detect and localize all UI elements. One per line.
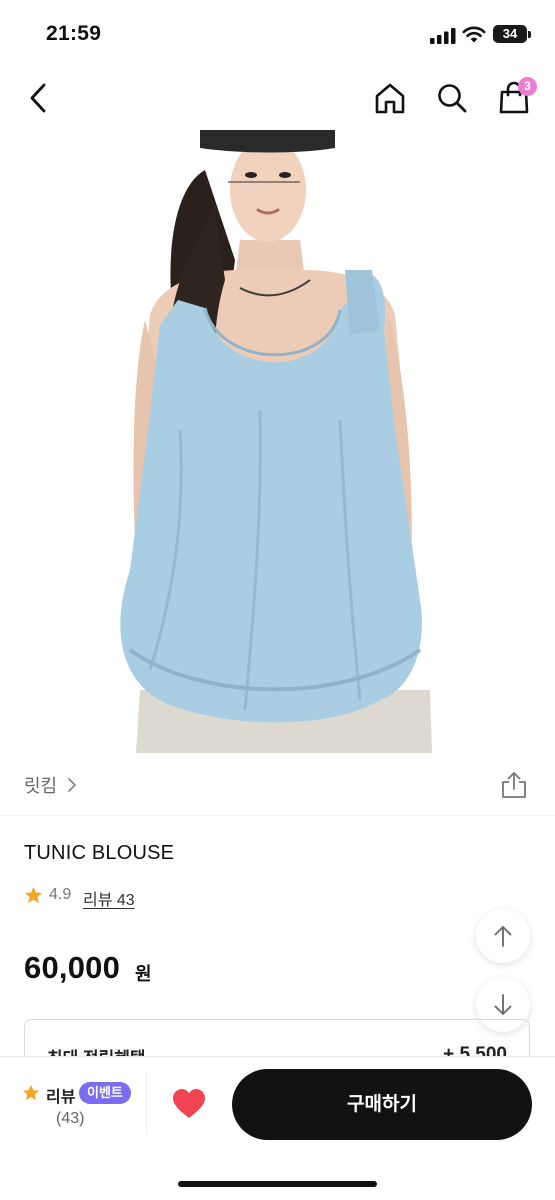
status-time: 21:59 [46,22,102,45]
heart-icon[interactable] [172,1088,206,1120]
event-badge: 이벤트 [79,1082,131,1104]
chevron-right-icon[interactable] [66,776,78,794]
back-arrow-icon[interactable] [22,81,56,115]
product-image[interactable] [0,130,555,753]
brand-link[interactable]: 릿킴 [24,772,57,798]
arrow-up-icon [494,926,512,947]
cart-count-badge: 3 [518,77,537,96]
wifi-icon [462,26,486,43]
bottom-bar-divider [146,1072,147,1134]
battery-indicator: 34 [493,25,527,43]
product-name: TUNIC BLOUSE [24,842,175,864]
arrow-down-icon [494,994,512,1015]
product-photo-illustration [0,130,555,753]
review-star-icon [22,1084,40,1101]
review-tab-label[interactable]: 리뷰 [46,1083,75,1107]
review-count-link[interactable]: 리뷰 43 [83,886,135,910]
home-indicator[interactable] [178,1181,377,1187]
home-icon[interactable] [373,81,407,115]
rating-value: 4.9 [49,886,72,903]
battery-nub [528,31,531,38]
scroll-top-button[interactable] [476,909,530,963]
price-currency: 원 [135,964,152,984]
search-icon[interactable] [435,81,469,115]
buy-button[interactable]: 구매하기 [232,1069,532,1140]
cellular-signal-icon [430,28,456,44]
section-divider [0,815,555,816]
review-count: (43) [56,1110,85,1127]
star-icon [24,886,43,904]
share-icon[interactable] [500,770,528,800]
product-price: 60,000 [24,950,121,985]
